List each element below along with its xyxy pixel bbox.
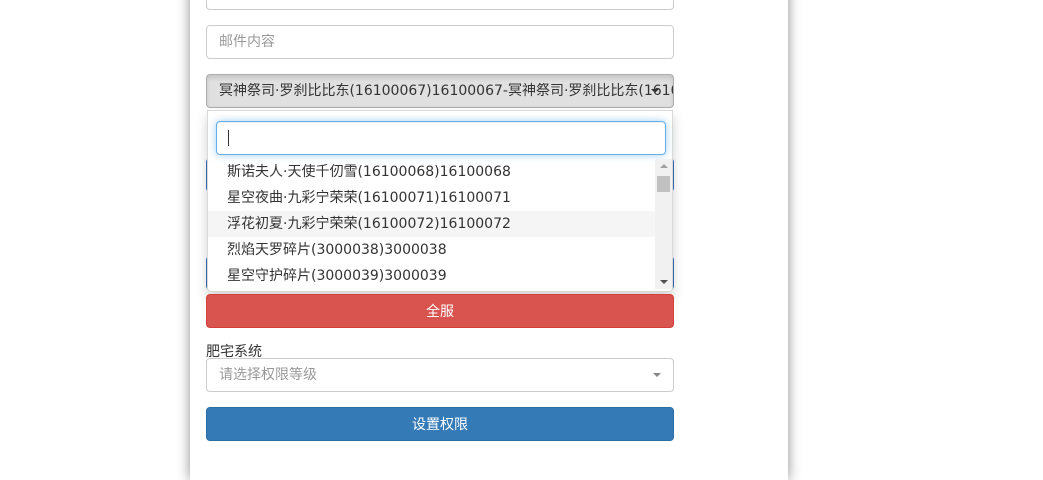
- scroll-up-arrow-icon[interactable]: [660, 164, 668, 168]
- dropdown-search-input[interactable]: [216, 121, 666, 155]
- dropdown-option[interactable]: 星空夜曲·九彩宁荣荣(16100071)16100071: [208, 185, 656, 211]
- item-select-value: 冥神祭司·罗刹比比东(16100067)16100067-冥神祭司·罗刹比比东(…: [219, 83, 673, 99]
- permission-select-placeholder: 请选择权限等级: [219, 367, 317, 383]
- set-permission-button[interactable]: 设置权限: [206, 407, 674, 441]
- mail-content-placeholder: 邮件内容: [219, 34, 275, 50]
- item-select-button[interactable]: 冥神祭司·罗刹比比东(16100067)16100067-冥神祭司·罗刹比比东(…: [206, 74, 674, 108]
- dropdown-option-list: 斯诺夫人·天使千仞雪(16100068)16100068 星空夜曲·九彩宁荣荣(…: [208, 159, 656, 289]
- caret-down-icon: [653, 373, 661, 377]
- text-cursor: [228, 130, 229, 146]
- previous-input-field[interactable]: [206, 0, 674, 10]
- dropdown-option-hovered[interactable]: 浮花初夏·九彩宁荣荣(16100072)16100072: [208, 211, 656, 237]
- dropdown-option[interactable]: 烈焰天罗碎片(3000038)3000038: [208, 237, 656, 263]
- permission-level-select[interactable]: 请选择权限等级: [206, 358, 674, 392]
- caret-down-icon: [651, 89, 659, 93]
- dropdown-scrollbar[interactable]: [655, 159, 672, 289]
- dropdown-option[interactable]: 星空守护碎片(3000039)3000039: [208, 263, 656, 289]
- scrollbar-thumb[interactable]: [657, 176, 670, 192]
- all-server-button[interactable]: 全服: [206, 294, 674, 328]
- item-dropdown-menu: 斯诺夫人·天使千仞雪(16100068)16100068 星空夜曲·九彩宁荣荣(…: [207, 110, 673, 292]
- mail-content-input[interactable]: 邮件内容: [206, 25, 674, 59]
- dropdown-option[interactable]: 斯诺夫人·天使千仞雪(16100068)16100068: [208, 159, 656, 185]
- scroll-down-arrow-icon[interactable]: [660, 280, 668, 284]
- cutoff-label: [206, 452, 266, 458]
